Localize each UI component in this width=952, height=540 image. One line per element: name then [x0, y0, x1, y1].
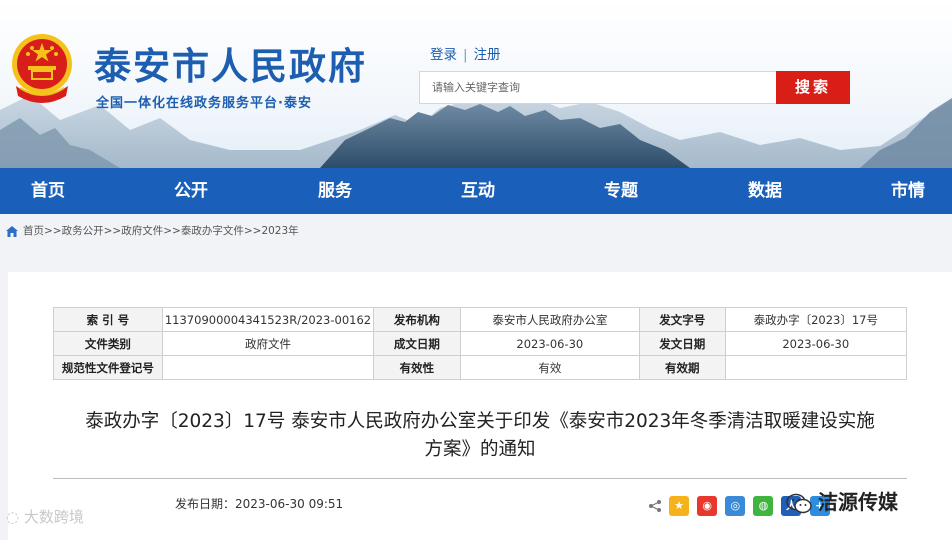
- header-banner: 泰安市人民政府 全国一体化在线政务服务平台·泰安 登录 | 注册 请输入关键字查询 …: [0, 0, 952, 168]
- tencent-weibo-icon[interactable]: ◎: [725, 495, 746, 516]
- search-input[interactable]: 请输入关键字查询: [419, 71, 777, 104]
- nav-item-interaction[interactable]: 互动: [461, 168, 495, 214]
- meta-key: 发文日期: [638, 331, 726, 356]
- document-title-line: 方案》的通知: [424, 439, 536, 460]
- watermark-logo-icon: ◌: [6, 508, 24, 526]
- nav-item-city-info[interactable]: 市情: [891, 168, 925, 214]
- breadcrumb-sep: >>: [243, 225, 262, 237]
- meta-value: 2023-06-30: [459, 331, 640, 356]
- meta-value: 泰政办字〔2023〕17号: [724, 307, 908, 332]
- breadcrumb-sep: >>: [103, 225, 122, 237]
- nav-item-disclosure[interactable]: 公开: [174, 168, 208, 214]
- meta-value: [724, 355, 908, 380]
- meta-value: [161, 355, 375, 380]
- weibo-icon[interactable]: ◉: [697, 495, 718, 516]
- meta-key: 文件类别: [53, 331, 163, 356]
- document-title: 泰政办字〔2023〕17号 泰安市人民政府办公室关于印发《泰安市2023年冬季清…: [53, 408, 907, 464]
- meta-key: 发文字号: [638, 307, 726, 332]
- breadcrumb-sep: >>: [44, 225, 62, 237]
- nav-item-home[interactable]: 首页: [31, 168, 65, 214]
- meta-key: 成文日期: [373, 331, 461, 356]
- share-icon[interactable]: [648, 499, 662, 513]
- nav-item-services[interactable]: 服务: [318, 168, 352, 214]
- search-button[interactable]: 搜索: [776, 71, 850, 104]
- auth-links: 登录 | 注册: [430, 43, 501, 63]
- meta-key: 规范性文件登记号: [53, 355, 163, 380]
- table-row: 规范性文件登记号 有效性 有效 有效期: [53, 355, 908, 380]
- publish-date-value: 2023-06-30 09:51: [235, 497, 344, 511]
- meta-value: 有效: [459, 355, 640, 380]
- meta-key: 有效性: [373, 355, 461, 380]
- meta-key: 索 引 号: [53, 307, 163, 332]
- nav-item-topics[interactable]: 专题: [604, 168, 638, 214]
- qzone-icon[interactable]: ★: [669, 495, 690, 516]
- breadcrumb-home[interactable]: 首页: [23, 225, 44, 237]
- watermark-left-text: 大数跨境: [23, 508, 84, 526]
- watermark-left: ◌ 大数跨境: [6, 506, 84, 527]
- document-title-line: 泰政办字〔2023〕17号 泰安市人民政府办公室关于印发《泰安市2023年冬季清…: [85, 411, 875, 432]
- meta-key: 有效期: [638, 355, 726, 380]
- meta-value: 泰安市人民政府办公室: [459, 307, 640, 332]
- login-link[interactable]: 登录: [430, 47, 457, 63]
- watermark-right-text: 洁源传媒: [818, 490, 898, 514]
- register-link[interactable]: 注册: [474, 47, 501, 63]
- watermark-right: 洁源传媒: [786, 486, 898, 515]
- main-nav: 首页 公开 服务 互动 专题 数据 市情: [0, 168, 952, 214]
- meta-value: 11370900004341523R/2023-00162: [161, 307, 375, 332]
- breadcrumb-office-files[interactable]: 泰政办字文件: [181, 225, 244, 237]
- publish-date-label: 发布日期：: [175, 497, 236, 511]
- breadcrumb-year[interactable]: 2023年: [261, 225, 298, 237]
- nav-item-data[interactable]: 数据: [748, 168, 782, 214]
- wechat-icon[interactable]: ◍: [753, 495, 774, 516]
- meta-value: 2023-06-30: [724, 331, 908, 356]
- auth-separator: |: [463, 47, 468, 63]
- publish-date: 发布日期：2023-06-30 09:51: [175, 495, 343, 512]
- divider: [53, 478, 907, 479]
- site-title: 泰安市人民政府: [94, 45, 367, 88]
- meta-key: 发布机构: [373, 307, 461, 332]
- breadcrumb: 首页>>政务公开>>政府文件>>泰政办字文件>>2023年: [0, 214, 952, 248]
- site-subtitle: 全国一体化在线政务服务平台·泰安: [96, 96, 312, 111]
- breadcrumb-gov-files[interactable]: 政府文件: [121, 225, 163, 237]
- meta-value: 政府文件: [161, 331, 375, 356]
- table-row: 文件类别 政府文件 成文日期 2023-06-30 发文日期 2023-06-3…: [53, 331, 908, 356]
- home-icon: [6, 225, 18, 237]
- breadcrumb-disclosure[interactable]: 政务公开: [62, 225, 104, 237]
- national-emblem-logo: [12, 34, 72, 103]
- wechat-logo-icon: [786, 493, 812, 513]
- breadcrumb-sep: >>: [163, 225, 181, 237]
- table-row: 索 引 号 11370900004341523R/2023-00162 发布机构…: [53, 307, 908, 332]
- document-meta-table: 索 引 号 11370900004341523R/2023-00162 发布机构…: [53, 307, 908, 380]
